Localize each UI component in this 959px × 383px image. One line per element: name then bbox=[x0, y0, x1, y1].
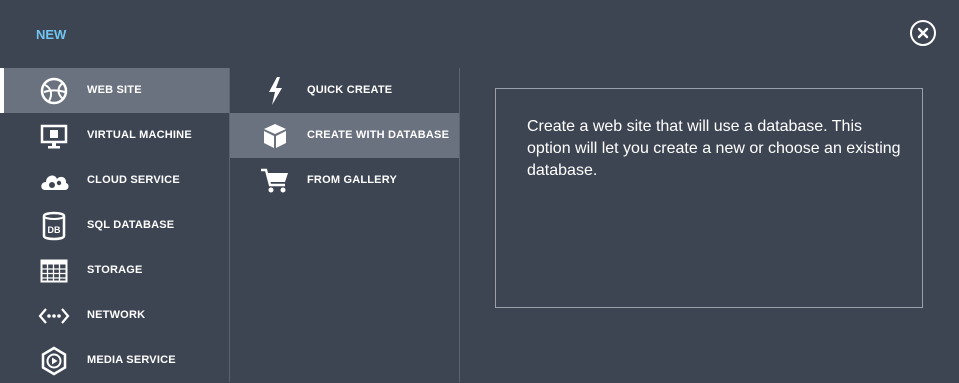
category-label: WEB SITE bbox=[87, 84, 142, 96]
category-label: NETWORK bbox=[87, 309, 146, 321]
category-sql-database[interactable]: DB SQL DATABASE bbox=[0, 203, 229, 248]
category-label: MEDIA SERVICE bbox=[87, 354, 176, 366]
cube-icon bbox=[259, 120, 291, 152]
category-cloud-service[interactable]: CLOUD SERVICE bbox=[0, 158, 229, 203]
close-icon bbox=[917, 27, 929, 39]
grid-table-icon bbox=[38, 255, 70, 287]
close-button[interactable] bbox=[910, 20, 936, 46]
category-label: STORAGE bbox=[87, 264, 143, 276]
option-from-gallery[interactable]: FROM GALLERY bbox=[230, 158, 459, 203]
shopping-cart-icon bbox=[259, 165, 291, 197]
category-network[interactable]: NETWORK bbox=[0, 293, 229, 338]
option-label: CREATE WITH DATABASE bbox=[307, 129, 450, 141]
description-panel: Create a web site that will use a databa… bbox=[495, 88, 923, 308]
cloud-gears-icon bbox=[38, 165, 70, 197]
category-list: WEB SITE VIRTUAL MACHINE CLOUD SERVICE D… bbox=[0, 68, 230, 382]
option-list: QUICK CREATE CREATE WITH DATABASE FROM G… bbox=[230, 68, 460, 382]
option-label: QUICK CREATE bbox=[307, 84, 393, 96]
svg-text:DB: DB bbox=[48, 225, 61, 235]
monitor-icon bbox=[38, 120, 70, 152]
option-quick-create[interactable]: QUICK CREATE bbox=[230, 68, 459, 113]
category-media-service[interactable]: MEDIA SERVICE bbox=[0, 338, 229, 383]
category-label: CLOUD SERVICE bbox=[87, 174, 180, 186]
category-label: SQL DATABASE bbox=[87, 219, 175, 231]
option-create-with-database[interactable]: CREATE WITH DATABASE bbox=[230, 113, 459, 158]
lightning-icon bbox=[259, 75, 291, 107]
category-storage[interactable]: STORAGE bbox=[0, 248, 229, 293]
globe-icon bbox=[38, 75, 70, 107]
database-icon: DB bbox=[38, 210, 70, 242]
description-text: Create a web site that will use a databa… bbox=[527, 118, 901, 179]
dialog-title: NEW bbox=[36, 27, 67, 42]
category-virtual-machine[interactable]: VIRTUAL MACHINE bbox=[0, 113, 229, 158]
network-icon bbox=[38, 300, 70, 332]
category-web-site[interactable]: WEB SITE bbox=[0, 68, 229, 113]
category-label: VIRTUAL MACHINE bbox=[87, 129, 192, 141]
option-label: FROM GALLERY bbox=[307, 174, 397, 186]
media-play-icon bbox=[38, 345, 70, 377]
